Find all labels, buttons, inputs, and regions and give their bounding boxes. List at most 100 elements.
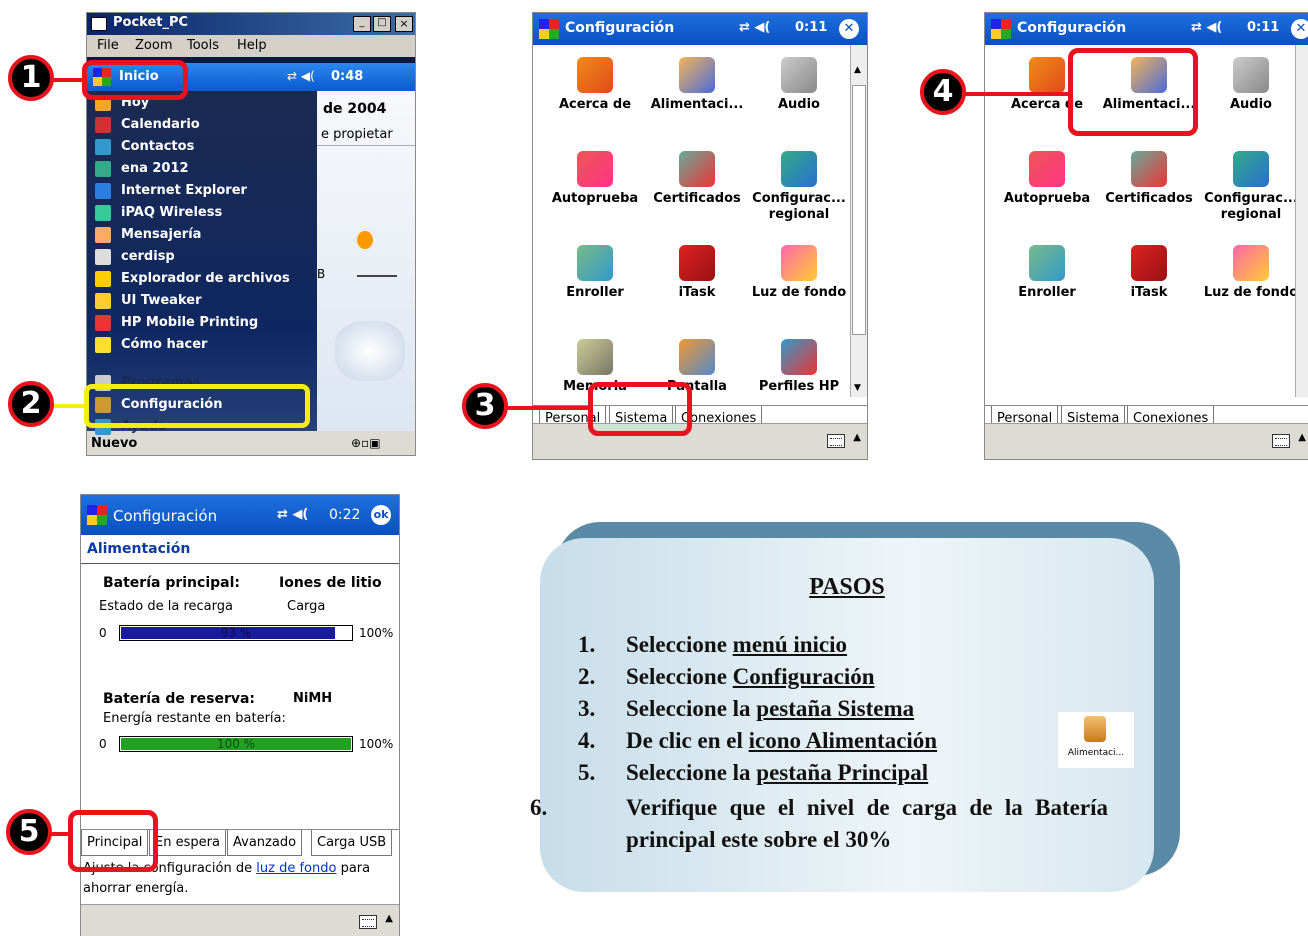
settings-item[interactable]: Configurac... regional	[747, 151, 851, 223]
settings-item-icon	[1233, 57, 1269, 93]
step-number: 2.	[578, 664, 596, 689]
settings-item[interactable]: Autoprueba	[543, 151, 647, 207]
settings-item[interactable]: Acerca de	[543, 57, 647, 113]
new-label[interactable]: Nuevo	[91, 436, 137, 451]
menu-zoom[interactable]: Zoom	[135, 38, 172, 53]
step-item: 2. Seleccione Configuración	[578, 664, 1108, 690]
status-icons: ⇄ ◀(	[277, 507, 309, 522]
input-arrow-icon[interactable]: ▲	[385, 913, 393, 924]
settings-item-icon	[1233, 245, 1269, 281]
today-background: de 2004 e propietar B	[317, 91, 415, 431]
menu-help[interactable]: Help	[237, 38, 267, 53]
settings-item[interactable]: Alimentaci...	[645, 57, 749, 113]
start-menu-item[interactable]: ena 2012	[95, 159, 315, 179]
step-target: menú inicio	[732, 632, 848, 657]
settings-item-label: Certificados	[1105, 191, 1193, 206]
slider-icon	[357, 275, 397, 277]
start-menu-item[interactable]: cerdisp	[95, 247, 315, 267]
step-item: 1. Seleccione menú inicio	[578, 632, 1108, 658]
ok-button[interactable]: ok	[371, 505, 391, 525]
titlebar: Configuración ⇄ ◀( 0:22 ok	[81, 495, 399, 535]
settings-item-label: Certificados	[653, 191, 741, 206]
settings-item[interactable]: Certificados	[1097, 151, 1201, 207]
bar2-max: 100%	[359, 737, 394, 751]
tab-usb-charge[interactable]: Carga USB	[311, 830, 393, 856]
start-menu-item[interactable]: iPAQ Wireless	[95, 203, 315, 223]
step-target: pestaña Sistema	[756, 696, 915, 721]
settings-item-label: Luz de fondo	[751, 285, 847, 300]
settings-item-icon	[679, 245, 715, 281]
windows-flag-icon[interactable]	[991, 19, 1011, 39]
settings-item[interactable]: Autoprueba	[995, 151, 1099, 207]
marker-line-2	[50, 404, 86, 408]
minimize-button[interactable]: _	[353, 16, 371, 32]
reserve-remaining-label: Energía restante en batería:	[103, 711, 286, 726]
bottom-bar: ▲	[81, 904, 399, 936]
start-menu-item[interactable]: Cómo hacer	[95, 335, 315, 355]
settings-item[interactable]: iTask	[645, 245, 749, 301]
close-button[interactable]: ✕	[839, 19, 859, 39]
menu-tools[interactable]: Tools	[187, 38, 219, 53]
recharge-value: Carga	[287, 599, 326, 614]
step-number: 4.	[578, 728, 596, 753]
settings-item-label: iTask	[1130, 285, 1168, 300]
recharge-label: Estado de la recarga	[99, 599, 233, 614]
start-menu-item[interactable]: Mensajería	[95, 225, 315, 245]
reserve-battery-bar: 100 %	[119, 736, 353, 752]
settings-item[interactable]: Enroller	[543, 245, 647, 301]
backlight-link[interactable]: luz de fondo	[256, 861, 336, 876]
input-arrow-icon[interactable]: ▲	[1298, 432, 1306, 443]
settings-item[interactable]: iTask	[1097, 245, 1201, 301]
menu-item-icon	[95, 161, 111, 177]
power-icon	[1084, 716, 1106, 742]
marker-line-3	[500, 406, 590, 410]
tab-advanced[interactable]: Avanzado	[227, 830, 303, 856]
settings-item[interactable]: Perfiles HP	[747, 339, 851, 395]
settings-item-label: Enroller	[566, 285, 624, 300]
start-menu-item[interactable]: Calendario	[95, 115, 315, 135]
close-button[interactable]: ×	[395, 16, 413, 32]
tab-standby[interactable]: En espera	[149, 830, 226, 856]
windows-flag-icon[interactable]	[87, 505, 107, 525]
step-number: 5.	[578, 760, 596, 785]
highlight-principal-tab	[68, 810, 158, 872]
settings-item[interactable]: Luz de fondo	[1199, 245, 1303, 301]
settings-item[interactable]: Audio	[1199, 57, 1303, 113]
start-menu-item[interactable]: Internet Explorer	[95, 181, 315, 201]
step-marker-3: 3	[462, 383, 508, 429]
start-menu-item[interactable]: Contactos	[95, 137, 315, 157]
settings-item[interactable]: Enroller	[995, 245, 1099, 301]
menu-item-icon	[95, 139, 111, 155]
maximize-button[interactable]: □	[373, 16, 391, 32]
menu-file[interactable]: File	[97, 38, 119, 53]
scrollbar[interactable]	[1295, 45, 1308, 397]
settings-item-icon	[781, 57, 817, 93]
keyboard-icon[interactable]	[827, 434, 845, 448]
settings-item-label: Configurac... regional	[752, 191, 846, 222]
menu-item-icon	[95, 337, 111, 353]
settings-item-icon	[1029, 151, 1065, 187]
settings-item[interactable]: Audio	[747, 57, 851, 113]
scrollbar[interactable]: ▲ ▼	[850, 45, 867, 397]
window-title: Pocket_PC	[113, 15, 189, 30]
start-menu-item[interactable]: HP Mobile Printing	[95, 313, 315, 333]
close-button[interactable]: ✕	[1291, 19, 1308, 39]
keyboard-icon[interactable]	[1272, 434, 1290, 448]
windows-flag-icon[interactable]	[539, 19, 559, 39]
step-text: Seleccione la	[626, 696, 757, 721]
step-item: 5. Seleccione la pestaña Principal	[578, 760, 1108, 786]
bottom-bar: ▲	[533, 423, 867, 459]
start-menu-item[interactable]: Explorador de archivos	[95, 269, 315, 289]
settings-item[interactable]: Certificados	[645, 151, 749, 207]
keyboard-icon[interactable]	[359, 915, 377, 929]
settings-item[interactable]: Luz de fondo	[747, 245, 851, 301]
highlight-power-icon	[1068, 48, 1198, 136]
settings-item[interactable]: Configurac... regional	[1199, 151, 1303, 223]
settings-item-icon	[577, 57, 613, 93]
settings-item-label: iTask	[678, 285, 716, 300]
start-menu-item[interactable]: UI Tweaker	[95, 291, 315, 311]
menu-item-label: UI Tweaker	[121, 293, 202, 308]
input-arrow-icon[interactable]: ▲	[853, 432, 861, 443]
step-number: 3.	[578, 696, 596, 721]
step-number: 1.	[578, 632, 596, 657]
